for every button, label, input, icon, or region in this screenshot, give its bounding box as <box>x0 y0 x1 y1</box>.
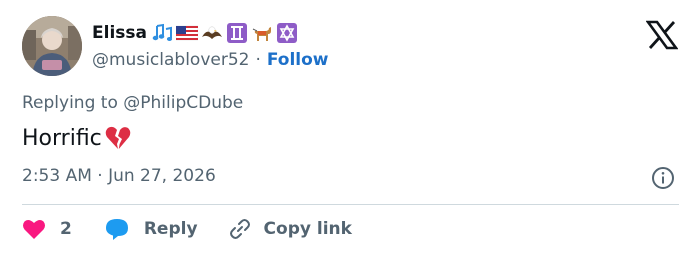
name-emojis <box>151 22 298 44</box>
broken-heart-icon <box>104 124 132 152</box>
replying-to[interactable]: Replying to @PhilipCDube <box>22 93 243 113</box>
user-handle[interactable]: @musiclablover52 <box>92 50 249 70</box>
star-of-david-icon <box>276 22 298 44</box>
display-name[interactable]: Elissa <box>92 23 147 43</box>
tweet-text-content: Horrific <box>22 125 102 151</box>
reply-label: Reply <box>143 219 198 239</box>
reply-button[interactable]: Reply <box>104 217 198 241</box>
user-name-row: Elissa <box>92 20 298 46</box>
tweet-text: Horrific <box>22 124 132 152</box>
gemini-icon <box>226 22 248 44</box>
handle-row: @musiclablover52 · Follow <box>92 48 329 72</box>
us-flag-icon <box>175 22 198 44</box>
reply-bubble-icon <box>104 217 130 241</box>
copy-link-label: Copy link <box>263 219 352 239</box>
separator-dot: · <box>255 50 261 70</box>
tweet-timestamp[interactable]: 2:53 AM · Jun 27, 2026 <box>22 166 216 186</box>
musical-notes-icon <box>151 22 173 44</box>
copy-link-button[interactable]: Copy link <box>228 217 352 241</box>
follow-button[interactable]: Follow <box>267 50 329 70</box>
like-button[interactable]: 2 <box>22 218 72 240</box>
action-bar: 2 Reply Copy link <box>22 216 352 242</box>
info-icon[interactable] <box>651 166 675 190</box>
eagle-icon <box>201 22 223 44</box>
avatar[interactable] <box>22 16 82 76</box>
divider <box>22 204 679 205</box>
like-count: 2 <box>60 219 72 239</box>
heart-icon <box>22 218 46 240</box>
avatar-photo <box>22 16 82 76</box>
x-logo-icon[interactable] <box>645 20 679 50</box>
service-dog-icon <box>251 22 273 44</box>
link-icon <box>228 217 252 241</box>
